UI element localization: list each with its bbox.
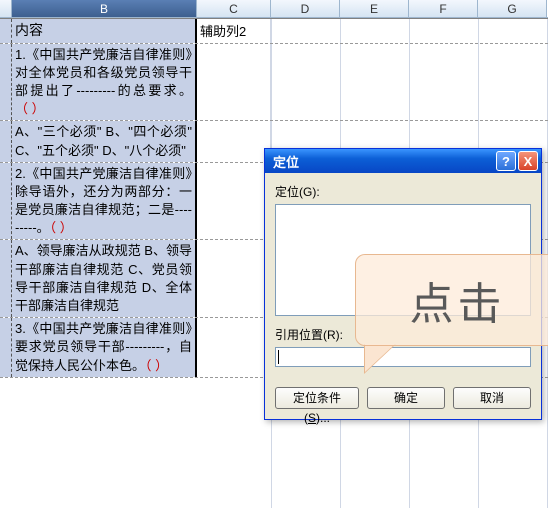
dialog-buttons: 定位条件(S)... 确定 取消 xyxy=(265,377,541,419)
dialog-title: 定位 xyxy=(273,152,494,171)
blank-paren: （ ） xyxy=(50,220,73,235)
col-header-e[interactable]: E xyxy=(340,0,409,17)
dialog-body: 定位(G): 引用位置(R): xyxy=(265,173,541,377)
dialog-titlebar[interactable]: 定位 ? X xyxy=(265,149,541,173)
reference-label: 引用位置(R): xyxy=(275,326,531,343)
table-row: 内容 辅助列2 xyxy=(0,18,548,44)
help-button[interactable]: ? xyxy=(496,151,516,171)
cell[interactable] xyxy=(197,240,271,317)
table-row: 1.《中国共产党廉洁自律准则》对全体党员和各级党员领导干部提出了--------… xyxy=(0,44,548,122)
cell[interactable] xyxy=(197,121,271,161)
cell-text: A、"三个必须" B、"四个必须" C、"五个必须" D、"八个必须" xyxy=(15,124,192,157)
col-header-g[interactable]: G xyxy=(478,0,547,17)
btn-text: )... xyxy=(316,411,330,425)
ok-button[interactable]: 确定 xyxy=(367,387,445,409)
cell[interactable] xyxy=(197,318,271,377)
col-header-b[interactable]: B xyxy=(12,0,197,17)
cell-content[interactable]: 2.《中国共产党廉洁自律准则》除导语外，还分为两部分：一是党员廉洁自律规范；二是… xyxy=(12,163,197,240)
goto-dialog: 定位 ? X 定位(G): 引用位置(R): 定位条件(S)... 确定 取消 xyxy=(264,148,542,420)
cell-text: A、领导廉洁从政规范 B、领导干部廉洁自律规范 C、党员领导干部廉洁自律规范 D… xyxy=(15,243,192,313)
goto-label: 定位(G): xyxy=(275,183,531,200)
cell-content[interactable]: 3.《中国共产党廉洁自律准则》要求党员领导干部---------，自觉保持人民公… xyxy=(12,318,197,377)
special-button[interactable]: 定位条件(S)... xyxy=(275,387,359,409)
cell[interactable] xyxy=(0,163,12,240)
cell[interactable] xyxy=(0,121,12,161)
cancel-button[interactable]: 取消 xyxy=(453,387,531,409)
blank-paren: （ ） xyxy=(15,101,45,116)
cell-content[interactable]: A、"三个必须" B、"四个必须" C、"五个必须" D、"八个必须" xyxy=(12,121,197,161)
cell[interactable] xyxy=(0,240,12,317)
col-header-c[interactable]: C xyxy=(197,0,271,17)
cell[interactable] xyxy=(197,163,271,240)
cell-content-header[interactable]: 内容 xyxy=(12,19,197,43)
cell-content[interactable]: 1.《中国共产党廉洁自律准则》对全体党员和各级党员领导干部提出了--------… xyxy=(12,44,197,121)
cell[interactable] xyxy=(0,44,12,121)
column-headers: B C D E F G xyxy=(0,0,548,18)
goto-listbox[interactable] xyxy=(275,204,531,316)
blank-paren: （ ） xyxy=(145,358,168,373)
cell[interactable] xyxy=(0,318,12,377)
reference-input[interactable] xyxy=(275,347,531,367)
cell[interactable] xyxy=(0,19,12,43)
cell-text: 2.《中国共产党廉洁自律准则》除导语外，还分为两部分：一是党员廉洁自律规范；二是… xyxy=(15,166,192,236)
btn-hotkey: S xyxy=(308,411,316,425)
cell[interactable] xyxy=(197,44,271,121)
cell-text: 1.《中国共产党廉洁自律准则》对全体党员和各级党员领导干部提出了--------… xyxy=(15,47,192,98)
cell-content[interactable]: A、领导廉洁从政规范 B、领导干部廉洁自律规范 C、党员领导干部廉洁自律规范 D… xyxy=(12,240,197,317)
text-caret xyxy=(278,350,279,364)
close-button[interactable]: X xyxy=(518,151,538,171)
cell-aux-header[interactable]: 辅助列2 xyxy=(197,19,271,43)
col-header-rowgutter[interactable] xyxy=(0,0,12,17)
col-header-d[interactable]: D xyxy=(271,0,340,17)
col-header-f[interactable]: F xyxy=(409,0,478,17)
